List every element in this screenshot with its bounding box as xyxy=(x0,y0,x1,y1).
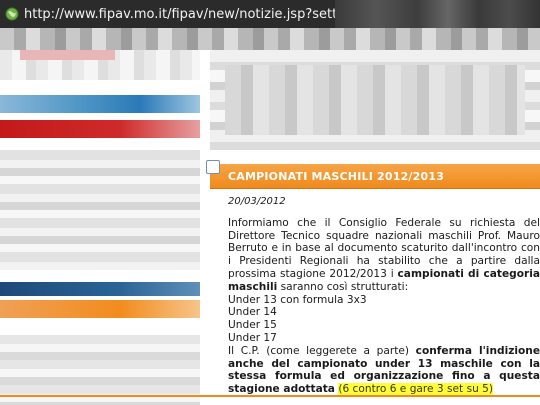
news-panel: CAMPIONATI MASCHILI 2012/2013 20/03/2012… xyxy=(206,160,540,405)
blurred-red-menu-bar xyxy=(0,120,200,138)
blurred-orange-menu-bar xyxy=(0,300,200,318)
list-item: Under 17 xyxy=(228,331,277,344)
globe-icon xyxy=(4,6,20,22)
blurred-blue-menu-bar xyxy=(0,95,200,113)
list-item: Under 13 con formula 3x3 xyxy=(228,293,367,306)
list-item: Under 15 xyxy=(228,319,277,332)
news-intro-tail: saranno così strutturati: xyxy=(277,280,409,293)
news-title[interactable]: CAMPIONATI MASCHILI 2012/2013 xyxy=(228,170,444,183)
blurred-header xyxy=(0,28,540,50)
news-note-text: Il C.P. (come leggerete a parte) xyxy=(228,344,416,357)
news-date: 20/03/2012 xyxy=(228,196,286,207)
list-item: Under 14 xyxy=(228,306,277,319)
news-body: 20/03/2012 Informiamo che il Consiglio F… xyxy=(228,196,540,396)
news-panel-header: CAMPIONATI MASCHILI 2012/2013 xyxy=(206,160,540,189)
blurred-right-inner xyxy=(225,65,525,135)
blurred-left-accent xyxy=(20,50,115,60)
news-note-highlight: (6 contro 6 e gare 3 set su 5) xyxy=(338,383,494,396)
panel-bottom-rule xyxy=(0,395,540,397)
blurred-toolbar xyxy=(335,0,540,28)
browser-address-bar[interactable]: http://www.fipav.mo.it/fipav/new/notizie… xyxy=(0,0,540,28)
panel-corner-box xyxy=(206,160,220,174)
blurred-left-content xyxy=(0,150,200,270)
news-intro: Informiamo che il Consiglio Federale su … xyxy=(228,217,540,294)
blurred-navy-menu-bar xyxy=(0,282,200,296)
url-field[interactable]: http://www.fipav.mo.it/fipav/new/notizie… xyxy=(24,7,344,22)
news-note: Il C.P. (come leggerete a parte) conferm… xyxy=(228,345,540,396)
